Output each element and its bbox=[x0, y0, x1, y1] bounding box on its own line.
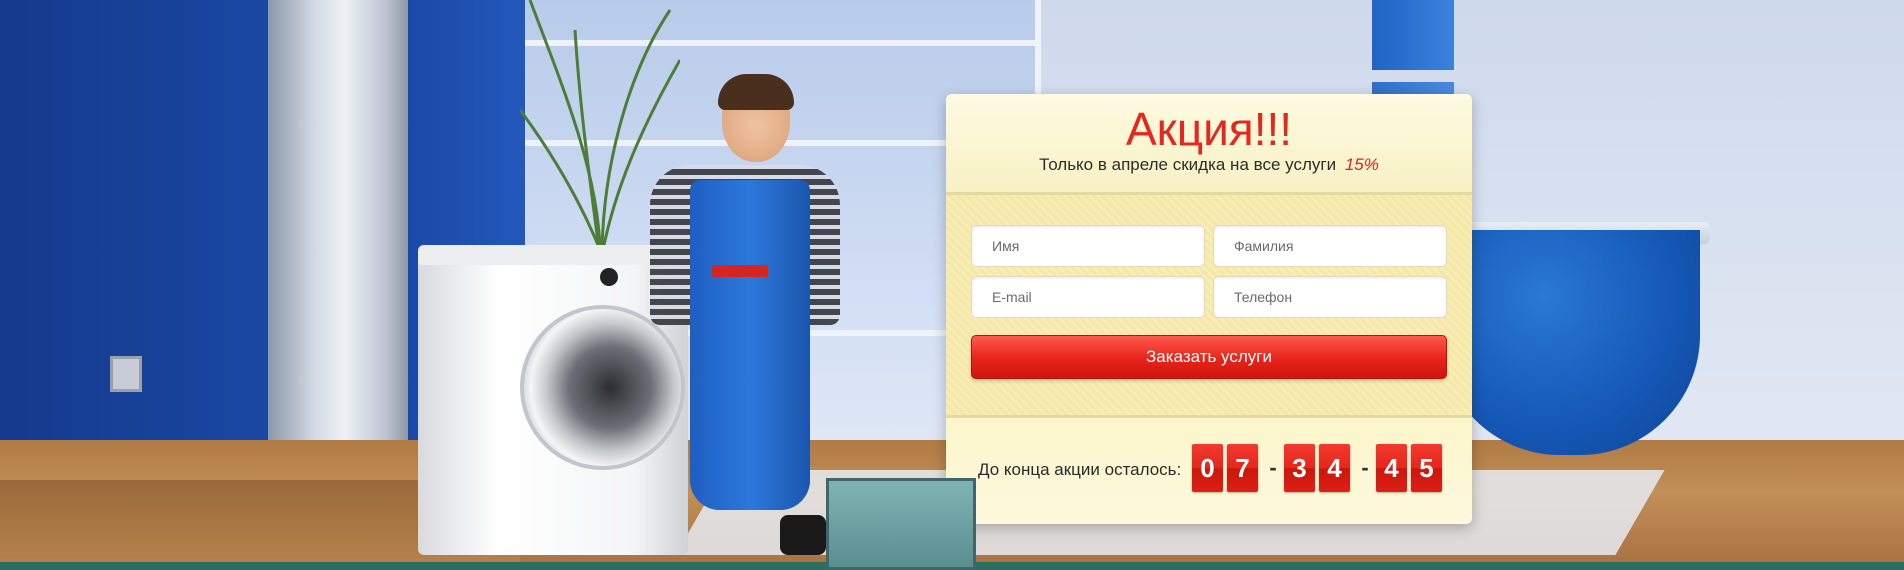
last-name-input[interactable] bbox=[1213, 225, 1447, 267]
toolbox-image bbox=[826, 478, 976, 570]
countdown-digit: 3 bbox=[1284, 444, 1315, 492]
order-services-button[interactable]: Заказать услуги bbox=[971, 335, 1447, 379]
column bbox=[268, 0, 408, 505]
promo-card: Акция!!! Только в апреле скидка на все у… bbox=[946, 94, 1472, 524]
countdown-section: До конца акции осталось: 0 7 - 3 4 - 4 5 bbox=[946, 415, 1472, 524]
phone-input[interactable] bbox=[1213, 276, 1447, 318]
email-input[interactable] bbox=[971, 276, 1205, 318]
blue-tile bbox=[1372, 0, 1454, 70]
washing-machine-knob bbox=[600, 268, 618, 286]
countdown-separator: - bbox=[1361, 455, 1369, 480]
bathtub bbox=[1440, 230, 1700, 455]
countdown-digit: 4 bbox=[1319, 444, 1350, 492]
worker-pocket bbox=[712, 265, 768, 277]
washing-machine-top bbox=[418, 245, 688, 265]
countdown-digit: 4 bbox=[1376, 444, 1407, 492]
countdown-label: До конца акции осталось: bbox=[978, 460, 1182, 479]
first-name-input[interactable] bbox=[971, 225, 1205, 267]
promo-discount: 15% bbox=[1344, 155, 1379, 174]
promo-header: Акция!!! Только в апреле скидка на все у… bbox=[946, 94, 1472, 195]
countdown-separator: - bbox=[1269, 455, 1277, 480]
worker-hair bbox=[718, 74, 794, 110]
countdown-digit: 5 bbox=[1411, 444, 1442, 492]
countdown-timer: 0 7 - 3 4 - 4 5 bbox=[1192, 444, 1446, 492]
countdown-digit: 7 bbox=[1227, 444, 1258, 492]
promo-subtitle: Только в апреле скидка на все услуги 15% bbox=[946, 154, 1472, 176]
washing-machine-door bbox=[520, 305, 685, 470]
wall-outlet bbox=[110, 356, 142, 392]
worker-boot bbox=[780, 515, 826, 555]
promo-subtitle-text: Только в апреле скидка на все услуги bbox=[1039, 155, 1337, 174]
worker-image bbox=[690, 180, 810, 510]
promo-title: Акция!!! bbox=[1125, 103, 1293, 155]
countdown-digit: 0 bbox=[1192, 444, 1223, 492]
order-form: Заказать услуги bbox=[946, 195, 1472, 415]
